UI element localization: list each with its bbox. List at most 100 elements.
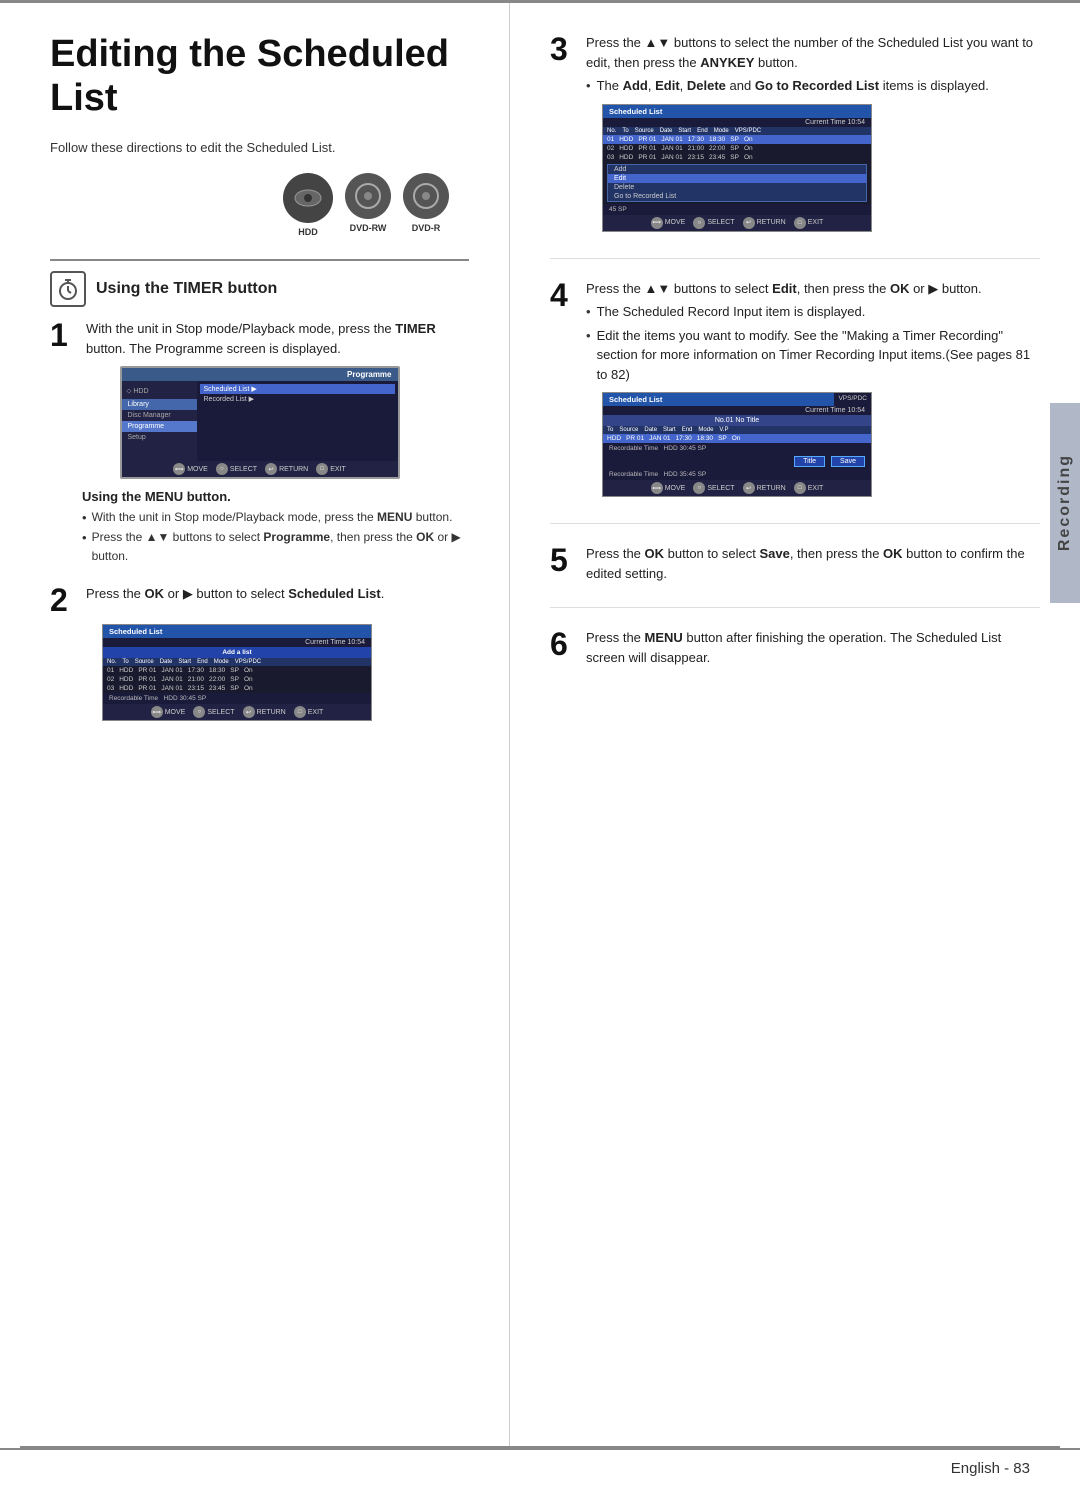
- nav-select: ○ SELECT: [193, 706, 234, 718]
- page-number: English - 83: [951, 1460, 1030, 1477]
- timer-section: Using the TIMER button 1 With the unit i…: [50, 259, 469, 721]
- sch2-row-3: 03HDDPR 01JAN 0123:1523:45SPOn: [603, 153, 871, 162]
- sidebar-setup: Setup: [122, 432, 197, 443]
- nav-return: ↩ RETURN: [743, 217, 786, 229]
- hdd-icon: [283, 173, 333, 223]
- edit-cols: ToSourceDateStartEndModeV.P: [603, 426, 871, 434]
- scheduled-screen-2-wrapper: Scheduled List Current Time 10:54 No.ToS…: [582, 104, 1040, 232]
- sch1-row-2: 02HDDPR 01JAN 0121:0022:00SPOn: [103, 675, 371, 684]
- scheduled-screen-2: Scheduled List Current Time 10:54 No.ToS…: [602, 104, 872, 232]
- page: Editing the Scheduled List Follow these …: [0, 0, 1080, 1487]
- sch2-cols: No.ToSourceDateStartEndModeVPS/PDC: [603, 127, 871, 135]
- programme-body: ⬦ HDD Library Disc Manager Programme Set…: [122, 381, 398, 461]
- nav-return: ↩ RETURN: [243, 706, 286, 718]
- right-column: 3 Press the ▲▼ buttons to select the num…: [510, 3, 1080, 1446]
- recording-sidebar: Recording: [1050, 403, 1080, 603]
- step-6-text: Press the MENU button after finishing th…: [586, 628, 1040, 667]
- nav-exit: □ EXIT: [794, 482, 824, 494]
- left-column: Editing the Scheduled List Follow these …: [0, 3, 510, 1446]
- save-button[interactable]: Save: [831, 456, 865, 467]
- sch1-cols: No.ToSourceDateStartEndModeVPS/PDC: [103, 658, 371, 666]
- using-menu-section: Using the MENU button. • With the unit i…: [82, 489, 469, 566]
- edit-recordable1: Recordable Time HDD 30:45 SP: [603, 443, 871, 454]
- programme-main: Scheduled List ▶ Recorded List ▶: [197, 381, 398, 461]
- sch2-row-1: 01HDDPR 01JAN 0117:3018:30SPOn: [603, 135, 871, 144]
- step-4-text: Press the ▲▼ buttons to select Edit, the…: [586, 279, 1040, 299]
- step-6-number: 6: [550, 628, 578, 660]
- menu-bullet-1: • With the unit in Stop mode/Playback mo…: [82, 508, 469, 528]
- programme-title: Programme: [122, 368, 398, 381]
- sch1-title: Scheduled List: [109, 627, 162, 636]
- sidebar-library: Library: [122, 399, 197, 410]
- dvdrw-label: DVD-RW: [350, 223, 387, 233]
- dvdr-label: DVD-R: [412, 223, 441, 233]
- edit-no-title: No.01 No Title: [603, 415, 871, 426]
- dvdrw-icon: [345, 173, 391, 219]
- nav-return: ↩ RETURN: [265, 463, 308, 475]
- menu-goto: Go to Recorded List: [608, 192, 866, 201]
- nav-exit: □ EXIT: [294, 706, 324, 718]
- step-4: 4 Press the ▲▼ buttons to select Edit, t…: [550, 279, 1040, 525]
- sch1-add-label: Add a list: [103, 647, 371, 658]
- edit-time: Current Time 10:54: [603, 406, 871, 415]
- step-3-text: Press the ▲▼ buttons to select the numbe…: [586, 33, 1040, 72]
- scheduled-list-item: Scheduled List ▶: [200, 384, 395, 394]
- sidebar-disc: Disc Manager: [122, 410, 197, 421]
- step-6-header: 6 Press the MENU button after finishing …: [550, 628, 1040, 667]
- step-2: 2 Press the OK or ▶ button to select Sch…: [50, 584, 469, 721]
- dvdrw-icon-box: DVD-RW: [345, 173, 391, 237]
- recording-label: Recording: [1056, 454, 1074, 551]
- step-6: 6 Press the MENU button after finishing …: [550, 628, 1040, 691]
- timer-icon: [50, 271, 86, 307]
- menu-edit: Edit: [608, 174, 866, 183]
- step-5-header: 5 Press the OK button to select Save, th…: [550, 544, 1040, 583]
- nav-move: ⟺ MOVE: [651, 482, 686, 494]
- step-4-bullet-1: • The Scheduled Record Input item is dis…: [586, 302, 1040, 322]
- sch1-header: Scheduled List: [103, 625, 371, 638]
- nav-select: ○ SELECT: [693, 217, 734, 229]
- edit-header-row: Scheduled List VPS/PDC: [603, 393, 871, 406]
- sch2-footer: 45 SP: [603, 204, 871, 215]
- intro-text: Follow these directions to edit the Sche…: [50, 140, 469, 155]
- timer-title: Using the TIMER button: [96, 280, 277, 298]
- nav-exit: □ EXIT: [794, 217, 824, 229]
- edit-row: HDDPR 01JAN 0117:3018:30SPOn: [603, 434, 871, 443]
- edit-vps: VPS/PDC: [834, 393, 871, 406]
- step-1-number: 1: [50, 319, 78, 351]
- nav-select: ○ SELECT: [216, 463, 257, 475]
- edit-screen-wrapper: Scheduled List VPS/PDC Current Time 10:5…: [582, 392, 1040, 497]
- title-button[interactable]: Title: [794, 456, 825, 467]
- step-1-text: With the unit in Stop mode/Playback mode…: [86, 319, 469, 358]
- sch1-recordable: Recordable Time HDD 30:45 SP: [103, 693, 371, 704]
- step-2-text: Press the OK or ▶ button to select Sched…: [86, 584, 384, 604]
- step-5-text: Press the OK button to select Save, then…: [586, 544, 1040, 583]
- step-2-number: 2: [50, 584, 78, 616]
- step-3-header: 3 Press the ▲▼ buttons to select the num…: [550, 33, 1040, 96]
- step-4-content: Press the ▲▼ buttons to select Edit, the…: [586, 279, 1040, 385]
- step-4-bullet-2: • Edit the items you want to modify. See…: [586, 326, 1040, 385]
- step-3-content: Press the ▲▼ buttons to select the numbe…: [586, 33, 1040, 96]
- step-4-number: 4: [550, 279, 578, 311]
- sch1-row-3: 03HDDPR 01JAN 0123:1523:45SPOn: [103, 684, 371, 693]
- menu-delete: Delete: [608, 183, 866, 192]
- sch2-nav: ⟺ MOVE ○ SELECT ↩ RETURN □ EXIT: [603, 215, 871, 231]
- programme-nav: ⟺ MOVE ○ SELECT ↩ RETURN □ EXIT: [122, 461, 398, 477]
- using-menu-title: Using the MENU button.: [82, 489, 469, 504]
- dvdr-icon: [403, 173, 449, 219]
- menu-bullet-2: • Press the ▲▼ buttons to select Program…: [82, 528, 469, 566]
- dvdr-icon-box: DVD-R: [403, 173, 449, 237]
- scheduled-screen-1-wrapper: Scheduled List Current Time 10:54 Add a …: [82, 624, 469, 721]
- recorded-list-item: Recorded List ▶: [200, 394, 395, 404]
- sch2-row-2: 02HDDPR 01JAN 0121:0022:00SPOn: [603, 144, 871, 153]
- step-4-header: 4 Press the ▲▼ buttons to select Edit, t…: [550, 279, 1040, 385]
- edit-nav: ⟺ MOVE ○ SELECT ↩ RETURN □ EXIT: [603, 480, 871, 496]
- nav-return: ↩ RETURN: [743, 482, 786, 494]
- step-5: 5 Press the OK button to select Save, th…: [550, 544, 1040, 608]
- edit-buttons: Title Save: [603, 454, 871, 469]
- sch1-row-1: 01HDDPR 01JAN 0117:3018:30SPOn: [103, 666, 371, 675]
- step-5-number: 5: [550, 544, 578, 576]
- step-1-header: 1 With the unit in Stop mode/Playback mo…: [50, 319, 469, 358]
- step-1: 1 With the unit in Stop mode/Playback mo…: [50, 319, 469, 566]
- sch2-title: Scheduled List: [609, 107, 662, 116]
- sch1-time: Current Time 10:54: [103, 638, 371, 647]
